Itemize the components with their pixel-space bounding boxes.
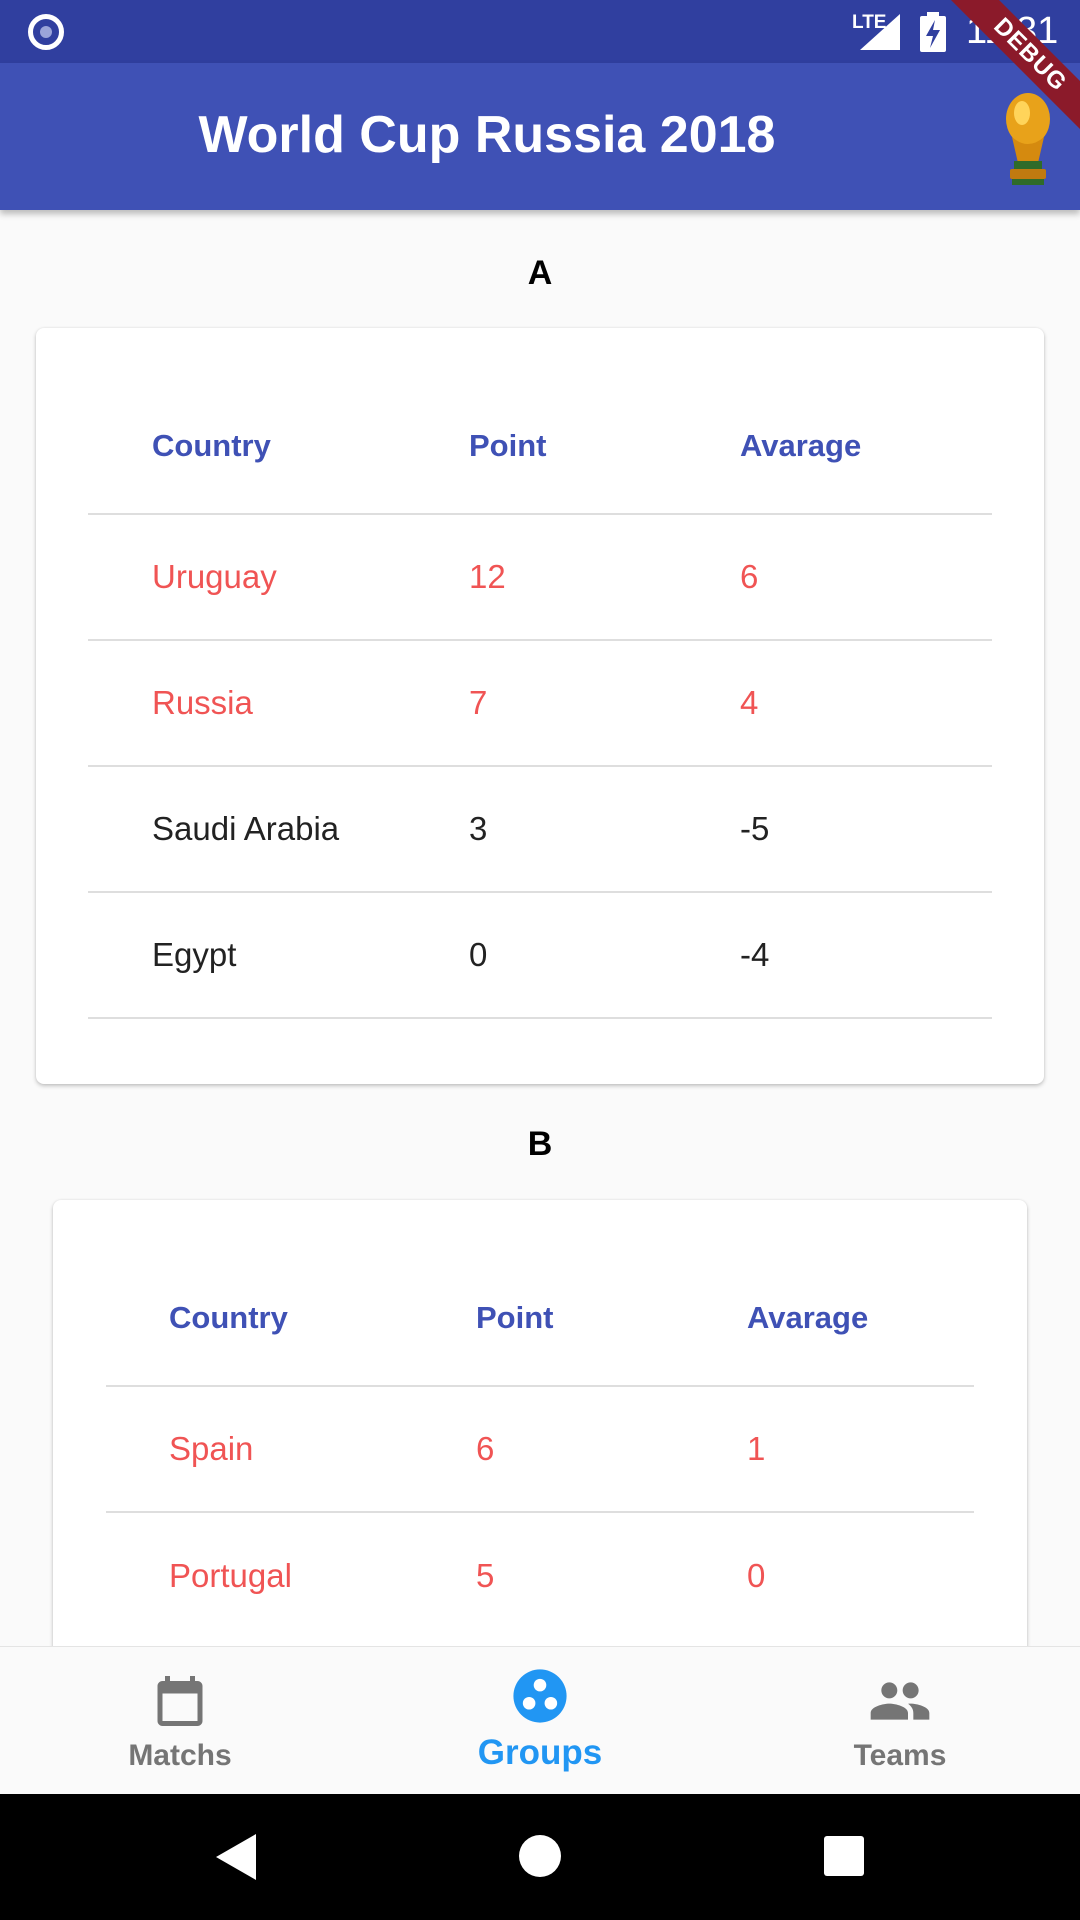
app-title: World Cup Russia 2018 bbox=[198, 106, 776, 164]
average-cell: 4 bbox=[740, 684, 759, 721]
home-icon[interactable] bbox=[518, 1834, 562, 1878]
group-a-table: Country Point Avarage Uruguay 12 6 Russi… bbox=[88, 378, 992, 1019]
groups-list[interactable]: A Country Point Avarage Uruguay 12 6 Rus… bbox=[0, 210, 1080, 1646]
tab-groups-label: Groups bbox=[477, 1733, 603, 1772]
column-header-point: Point bbox=[469, 427, 547, 463]
group-a-title: A bbox=[527, 254, 553, 292]
tab-groups[interactable]: Groups bbox=[360, 1647, 720, 1795]
country-cell: Spain bbox=[169, 1430, 254, 1467]
recents-icon[interactable] bbox=[824, 1836, 864, 1876]
tab-teams-label: Teams bbox=[853, 1739, 947, 1772]
tab-teams[interactable]: Teams bbox=[720, 1647, 1080, 1795]
country-cell: Russia bbox=[152, 684, 253, 721]
tab-matchs-label: Matchs bbox=[128, 1739, 232, 1772]
signal-icon bbox=[860, 14, 900, 50]
column-header-country: Country bbox=[152, 427, 271, 463]
people-icon bbox=[870, 1682, 930, 1720]
country-cell: Egypt bbox=[152, 936, 237, 973]
table-header-row: Country Point Avarage bbox=[88, 378, 992, 515]
trophy-icon bbox=[1006, 93, 1050, 185]
table-row: Saudi Arabia 3 -5 bbox=[88, 767, 992, 893]
system-navigation-bar bbox=[0, 1794, 1080, 1920]
column-header-country: Country bbox=[169, 1299, 288, 1335]
table-header-row: Country Point Avarage bbox=[106, 1250, 974, 1387]
point-cell: 12 bbox=[469, 558, 506, 595]
back-icon[interactable] bbox=[216, 1834, 256, 1880]
group-b-card: Country Point Avarage Spain 6 1 Portugal… bbox=[53, 1200, 1027, 1646]
country-cell: Portugal bbox=[169, 1557, 292, 1594]
battery-charging-icon bbox=[920, 12, 946, 52]
notification-icon bbox=[28, 14, 64, 50]
column-header-average: Avarage bbox=[747, 1299, 869, 1335]
point-cell: 5 bbox=[476, 1557, 495, 1594]
column-header-point: Point bbox=[476, 1299, 554, 1335]
table-row: Portugal 5 0 bbox=[106, 1513, 974, 1639]
group-a-card: Country Point Avarage Uruguay 12 6 Russi… bbox=[36, 328, 1044, 1084]
average-cell: -4 bbox=[740, 936, 770, 973]
table-row: Uruguay 12 6 bbox=[88, 515, 992, 641]
column-header-average: Avarage bbox=[740, 427, 862, 463]
app-bar: World Cup Russia 2018 bbox=[0, 63, 1080, 210]
country-cell: Uruguay bbox=[152, 558, 277, 595]
point-cell: 7 bbox=[469, 684, 488, 721]
calendar-icon bbox=[157, 1676, 203, 1726]
average-cell: 0 bbox=[747, 1557, 766, 1594]
point-cell: 6 bbox=[476, 1430, 495, 1467]
group-b-title: B bbox=[527, 1125, 553, 1163]
status-bar: LTE 11:31 bbox=[0, 0, 1080, 63]
average-cell: -5 bbox=[740, 810, 770, 847]
table-row: Russia 7 4 bbox=[88, 641, 992, 767]
point-cell: 3 bbox=[469, 810, 488, 847]
table-row: Egypt 0 -4 bbox=[88, 893, 992, 1019]
group-b-table: Country Point Avarage Spain 6 1 Portugal… bbox=[106, 1250, 974, 1639]
country-cell: Saudi Arabia bbox=[152, 810, 340, 847]
groups-icon bbox=[513, 1669, 567, 1723]
point-cell: 0 bbox=[469, 936, 488, 973]
average-cell: 6 bbox=[740, 558, 759, 595]
table-row: Spain 6 1 bbox=[106, 1387, 974, 1513]
bottom-navigation: Matchs Groups Teams bbox=[0, 1646, 1080, 1794]
average-cell: 1 bbox=[747, 1430, 766, 1467]
tab-matchs[interactable]: Matchs bbox=[0, 1647, 360, 1795]
